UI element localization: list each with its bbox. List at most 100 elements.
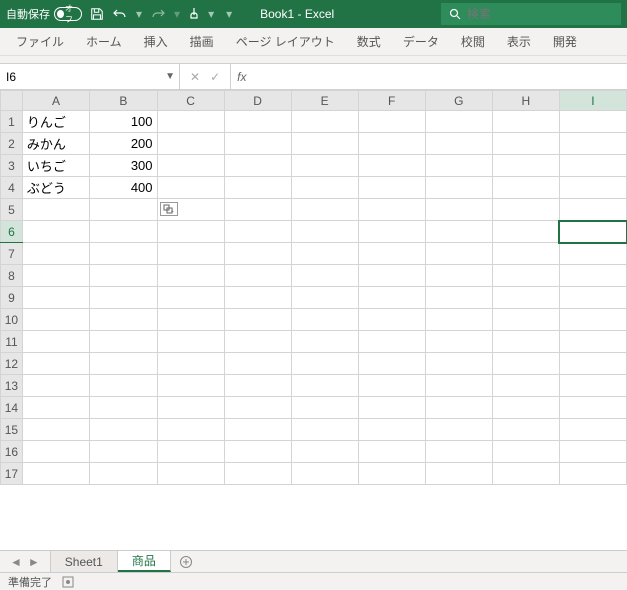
cell-D10[interactable] <box>224 309 291 331</box>
cell-D6[interactable] <box>224 221 291 243</box>
cell-B17[interactable] <box>90 463 157 485</box>
ribbon-tab-ページ レイアウト[interactable]: ページ レイアウト <box>226 29 345 54</box>
cell-B10[interactable] <box>90 309 157 331</box>
cell-A11[interactable] <box>22 331 89 353</box>
cell-C6[interactable] <box>157 221 224 243</box>
cell-I12[interactable] <box>559 353 626 375</box>
cell-C13[interactable] <box>157 375 224 397</box>
sheet-tab-商品[interactable]: 商品 <box>118 551 171 572</box>
cell-A14[interactable] <box>22 397 89 419</box>
cell-H12[interactable] <box>492 353 559 375</box>
cell-E17[interactable] <box>291 463 358 485</box>
cell-H15[interactable] <box>492 419 559 441</box>
row-header-17[interactable]: 17 <box>1 463 23 485</box>
cell-G13[interactable] <box>425 375 492 397</box>
cell-E7[interactable] <box>291 243 358 265</box>
cell-E5[interactable] <box>291 199 358 221</box>
cell-H4[interactable] <box>492 177 559 199</box>
cell-G6[interactable] <box>425 221 492 243</box>
cell-A13[interactable] <box>22 375 89 397</box>
sheet-prev-icon[interactable]: ◄ <box>10 555 22 569</box>
ribbon-tab-ファイル[interactable]: ファイル <box>6 29 74 54</box>
row-header-8[interactable]: 8 <box>1 265 23 287</box>
cell-E16[interactable] <box>291 441 358 463</box>
cancel-icon[interactable]: ✕ <box>190 70 200 84</box>
cell-H13[interactable] <box>492 375 559 397</box>
cell-I9[interactable] <box>559 287 626 309</box>
row-header-14[interactable]: 14 <box>1 397 23 419</box>
cell-B11[interactable] <box>90 331 157 353</box>
sheet-next-icon[interactable]: ► <box>28 555 40 569</box>
cell-D9[interactable] <box>224 287 291 309</box>
cell-B13[interactable] <box>90 375 157 397</box>
cell-F6[interactable] <box>358 221 425 243</box>
cell-G7[interactable] <box>425 243 492 265</box>
ribbon-tab-データ[interactable]: データ <box>393 29 449 54</box>
worksheet-grid[interactable]: ABCDEFGHI1りんご1002みかん2003いちご3004ぶどう400567… <box>0 90 627 550</box>
cell-C8[interactable] <box>157 265 224 287</box>
cell-A6[interactable] <box>22 221 89 243</box>
sheet-tab-Sheet1[interactable]: Sheet1 <box>51 551 118 572</box>
autofill-options-icon[interactable]: + <box>160 202 178 216</box>
cell-E6[interactable] <box>291 221 358 243</box>
cell-B2[interactable]: 200 <box>90 133 157 155</box>
cell-H9[interactable] <box>492 287 559 309</box>
cell-C11[interactable] <box>157 331 224 353</box>
col-header-H[interactable]: H <box>492 91 559 111</box>
cell-C2[interactable] <box>157 133 224 155</box>
cell-A8[interactable] <box>22 265 89 287</box>
cell-E12[interactable] <box>291 353 358 375</box>
row-header-6[interactable]: 6 <box>1 221 23 243</box>
cell-A1[interactable]: りんご <box>22 111 89 133</box>
cell-I6[interactable] <box>559 221 626 243</box>
cell-D11[interactable] <box>224 331 291 353</box>
formula-input[interactable] <box>252 64 627 89</box>
touch-mode-icon[interactable] <box>188 7 200 21</box>
cell-G10[interactable] <box>425 309 492 331</box>
col-header-E[interactable]: E <box>291 91 358 111</box>
cell-H16[interactable] <box>492 441 559 463</box>
cell-G15[interactable] <box>425 419 492 441</box>
cell-B15[interactable] <box>90 419 157 441</box>
select-all-corner[interactable] <box>1 91 23 111</box>
cell-C9[interactable] <box>157 287 224 309</box>
cell-H6[interactable] <box>492 221 559 243</box>
cell-F7[interactable] <box>358 243 425 265</box>
cell-G9[interactable] <box>425 287 492 309</box>
cell-G5[interactable] <box>425 199 492 221</box>
chevron-down-icon[interactable]: ▼ <box>165 71 175 82</box>
cell-B8[interactable] <box>90 265 157 287</box>
cell-F16[interactable] <box>358 441 425 463</box>
cell-H17[interactable] <box>492 463 559 485</box>
col-header-D[interactable]: D <box>224 91 291 111</box>
cell-A17[interactable] <box>22 463 89 485</box>
cell-G14[interactable] <box>425 397 492 419</box>
col-header-F[interactable]: F <box>358 91 425 111</box>
cell-D16[interactable] <box>224 441 291 463</box>
ribbon-tab-開発[interactable]: 開発 <box>543 29 587 54</box>
col-header-G[interactable]: G <box>425 91 492 111</box>
cell-D7[interactable] <box>224 243 291 265</box>
dropdown-icon[interactable]: ▾ <box>136 7 142 21</box>
cell-I7[interactable] <box>559 243 626 265</box>
autosave-toggle[interactable]: 自動保存 オフ <box>6 6 82 22</box>
cell-H3[interactable] <box>492 155 559 177</box>
cell-E11[interactable] <box>291 331 358 353</box>
ribbon-tab-挿入[interactable]: 挿入 <box>134 29 178 54</box>
cell-F8[interactable] <box>358 265 425 287</box>
row-header-1[interactable]: 1 <box>1 111 23 133</box>
cell-G16[interactable] <box>425 441 492 463</box>
cell-C17[interactable] <box>157 463 224 485</box>
cell-D2[interactable] <box>224 133 291 155</box>
cell-F17[interactable] <box>358 463 425 485</box>
cell-A10[interactable] <box>22 309 89 331</box>
enter-icon[interactable]: ✓ <box>210 70 220 84</box>
cell-G4[interactable] <box>425 177 492 199</box>
cell-I4[interactable] <box>559 177 626 199</box>
search-input[interactable] <box>467 7 587 21</box>
row-header-12[interactable]: 12 <box>1 353 23 375</box>
ribbon-tab-表示[interactable]: 表示 <box>497 29 541 54</box>
cell-D12[interactable] <box>224 353 291 375</box>
cell-I5[interactable] <box>559 199 626 221</box>
cell-F12[interactable] <box>358 353 425 375</box>
